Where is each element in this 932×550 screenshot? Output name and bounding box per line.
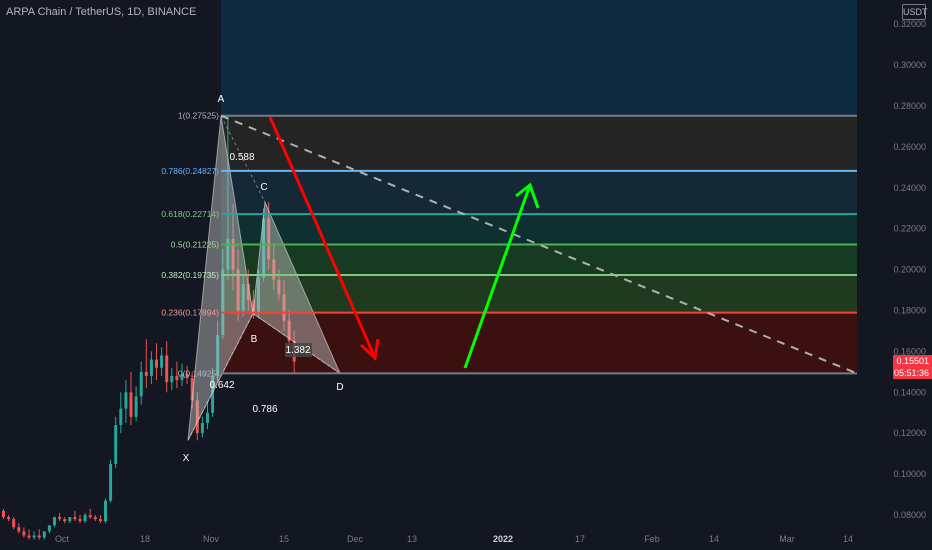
candle-body — [88, 515, 92, 518]
candle-body — [12, 519, 16, 528]
candle-body — [22, 531, 26, 536]
y-tick-label: 0.30000 — [893, 60, 926, 70]
pattern-point-a: A — [218, 94, 225, 105]
y-tick-label: 0.12000 — [893, 428, 926, 438]
x-tick-label: 2022 — [493, 534, 513, 544]
candle-body — [109, 463, 113, 501]
candle-body — [139, 371, 143, 397]
last-price: 0.15501 — [896, 356, 929, 366]
candle-body — [155, 359, 158, 368]
fib-zone — [221, 244, 857, 276]
candle-body — [124, 392, 128, 409]
last-price-badge: 0.15501 05:51:36 — [893, 355, 932, 379]
x-tick-label: Oct — [55, 534, 70, 544]
fib-label: 1(0.27525) — [178, 111, 219, 121]
bar-countdown: 05:51:36 — [893, 368, 929, 378]
candle-body — [27, 535, 31, 538]
fib-zone — [221, 115, 857, 171]
candle-body — [170, 375, 174, 383]
x-tick-label: 15 — [279, 534, 289, 544]
candle-body — [58, 517, 62, 520]
x-tick-label: Feb — [644, 534, 660, 544]
candle-body — [165, 355, 169, 383]
ratio-label: 0.588 — [229, 152, 254, 163]
x-tick-label: Dec — [347, 534, 364, 544]
ratio-label: 1.382 — [285, 345, 310, 356]
candle-body — [114, 425, 118, 464]
fib-label: 0.786(0.24827) — [161, 166, 219, 176]
candle-body — [206, 412, 209, 423]
candle-body — [93, 517, 97, 520]
fib-label: 0.236(0.17894) — [161, 308, 219, 318]
x-tick-label: 13 — [407, 534, 417, 544]
x-tick-label: 18 — [140, 534, 150, 544]
pattern-point-c: C — [260, 182, 267, 193]
x-tick-label: Mar — [779, 534, 795, 544]
candle-body — [98, 519, 102, 522]
y-tick-label: 0.28000 — [893, 101, 926, 111]
candle-body — [32, 535, 36, 538]
y-tick-label: 0.24000 — [893, 183, 926, 193]
fib-label: 0.5(0.21225) — [171, 240, 219, 250]
symbol-title: ARPA Chain / TetherUS, 1D, BINANCE — [6, 6, 197, 18]
candle-body — [47, 525, 51, 532]
y-tick-label: 0.18000 — [893, 306, 926, 316]
candle-body — [83, 515, 87, 522]
y-tick-label: 0.14000 — [893, 387, 926, 397]
candle-body — [129, 392, 133, 417]
fib-zone-top — [221, 0, 857, 116]
candle-body — [17, 527, 21, 532]
candle-body — [68, 517, 72, 522]
candle-body — [104, 500, 107, 522]
candle-body — [53, 517, 56, 526]
candle-body — [37, 535, 41, 538]
fib-label: 0.382(0.19735) — [161, 270, 219, 280]
currency-badge[interactable]: USDT — [902, 4, 928, 20]
y-tick-label: 0.20000 — [893, 265, 926, 275]
y-tick-label: 0.26000 — [893, 142, 926, 152]
candle-body — [134, 396, 138, 417]
x-tick-label: 17 — [575, 534, 585, 544]
pattern-point-b: B — [251, 334, 258, 345]
candle-body — [78, 519, 82, 522]
candle-body — [2, 510, 5, 518]
candle-body — [149, 359, 153, 376]
fib-zone — [221, 275, 857, 313]
candle-body — [7, 517, 11, 520]
candle-body — [63, 519, 67, 522]
ratio-label: 0.642 — [209, 380, 234, 391]
x-tick-label: Nov — [203, 534, 220, 544]
x-tick-label: 14 — [843, 534, 853, 544]
x-tick-label: 14 — [709, 534, 719, 544]
price-chart[interactable]: 0.080000.100000.120000.140000.160000.180… — [0, 0, 932, 550]
pattern-point-x: X — [183, 453, 190, 464]
ratio-label: 0.786 — [252, 404, 277, 415]
candle-body — [119, 408, 123, 426]
y-tick-label: 0.08000 — [893, 510, 926, 520]
candle-body — [160, 355, 164, 368]
fib-zone — [221, 214, 857, 245]
y-tick-label: 0.22000 — [893, 224, 926, 234]
fib-label: 0(0.14925) — [178, 368, 219, 378]
y-tick-label: 0.10000 — [893, 469, 926, 479]
pattern-point-d: D — [336, 382, 343, 393]
candle-body — [144, 371, 148, 376]
candle-body — [73, 517, 77, 520]
candle-body — [42, 531, 46, 538]
candle-body — [200, 422, 204, 434]
fib-label: 0.618(0.22714) — [161, 209, 219, 219]
y-tick-label: 0.32000 — [893, 19, 926, 29]
